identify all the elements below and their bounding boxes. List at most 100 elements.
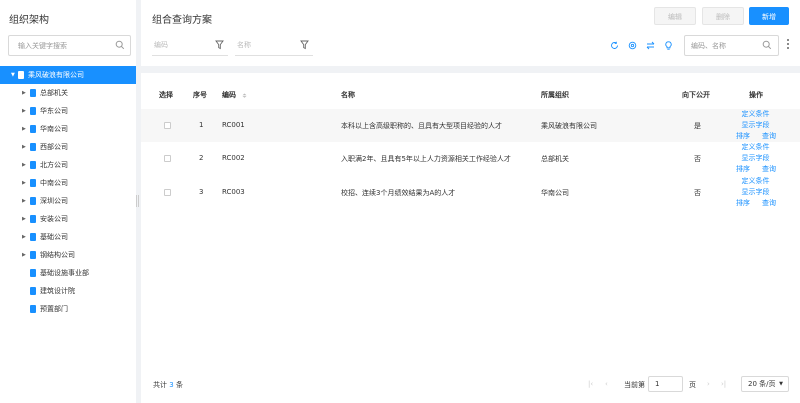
page-size-label: 20 条/页 bbox=[748, 380, 776, 388]
settings-icon[interactable] bbox=[628, 41, 637, 50]
column-header-public: 向下公开 bbox=[682, 91, 710, 99]
tree-node[interactable]: ▶ 深圳公司 bbox=[0, 192, 136, 210]
tree-node-label: 建筑设计院 bbox=[40, 287, 75, 295]
row-org: 乘风破浪有限公司 bbox=[541, 122, 597, 130]
search-icon[interactable] bbox=[115, 40, 125, 50]
caret-right-icon[interactable]: ▶ bbox=[22, 210, 26, 228]
display-fields-link[interactable]: 显示字段 bbox=[742, 188, 770, 196]
caret-right-icon[interactable]: ▶ bbox=[22, 174, 26, 192]
filter-icon[interactable] bbox=[215, 40, 224, 50]
display-fields-link[interactable]: 显示字段 bbox=[742, 121, 770, 129]
tree-node[interactable]: 建筑设计院 bbox=[0, 282, 136, 300]
caret-right-icon[interactable]: ▶ bbox=[22, 228, 26, 246]
caret-right-icon[interactable]: ▶ bbox=[22, 138, 26, 156]
more-vertical-icon[interactable] bbox=[787, 39, 790, 51]
caret-right-icon[interactable]: ▶ bbox=[22, 120, 26, 138]
query-table-panel: 选择 序号 编码 名称 所属组织 向下公开 操作 1 RC001 本科以上含高级… bbox=[141, 73, 800, 403]
code-filter[interactable] bbox=[152, 35, 228, 56]
next-page-icon[interactable]: › bbox=[707, 380, 710, 388]
tree-node[interactable]: ▶ 西部公司 bbox=[0, 138, 136, 156]
caret-right-icon[interactable]: ▶ bbox=[22, 192, 26, 210]
prev-page-icon[interactable]: ‹ bbox=[605, 380, 608, 388]
org-tree: ▼ 乘风破浪有限公司 ▶ 总部机关 ▶ 华东公司 ▶ 华南公司 ▶ 西部公司 ▶ 北方公司… bbox=[0, 66, 136, 318]
tree-node[interactable]: ▶ 北方公司 bbox=[0, 156, 136, 174]
sort-link[interactable]: 排序 bbox=[736, 164, 750, 175]
query-link[interactable]: 查询 bbox=[762, 198, 776, 209]
refresh-icon[interactable] bbox=[610, 41, 619, 50]
query-link[interactable]: 查询 bbox=[762, 131, 776, 142]
code-filter-input[interactable] bbox=[152, 35, 212, 55]
tree-node[interactable]: ▼ 乘风破浪有限公司 bbox=[0, 66, 136, 84]
lightbulb-icon[interactable] bbox=[664, 41, 673, 50]
tree-node[interactable]: 预置部门 bbox=[0, 300, 136, 318]
row-index: 1 bbox=[199, 121, 204, 129]
caret-right-icon[interactable]: ▶ bbox=[22, 84, 26, 102]
define-condition-link[interactable]: 定义条件 bbox=[742, 110, 770, 118]
caret-right-icon[interactable]: ▶ bbox=[22, 156, 26, 174]
filter-icon[interactable] bbox=[300, 40, 309, 50]
document-icon bbox=[30, 269, 36, 277]
table-search[interactable] bbox=[684, 35, 779, 56]
table-row[interactable]: 3 RC003 校招、连续3个月绩效结果为A的人才 华南公司 否 定义条件 显示… bbox=[141, 176, 800, 209]
sort-link[interactable]: 排序 bbox=[736, 198, 750, 209]
row-code: RC002 bbox=[222, 154, 245, 162]
row-checkbox[interactable] bbox=[164, 155, 171, 162]
delete-button[interactable]: 删除 bbox=[702, 7, 744, 25]
tree-node[interactable]: ▶ 基础公司 bbox=[0, 228, 136, 246]
caret-right-icon[interactable]: ▶ bbox=[22, 102, 26, 120]
page-prefix: 当前第 bbox=[624, 381, 645, 389]
panel-resize-handle[interactable] bbox=[136, 195, 139, 207]
row-checkbox[interactable] bbox=[164, 189, 171, 196]
document-icon bbox=[30, 89, 36, 97]
table-row[interactable]: 1 RC001 本科以上含高级职称的、且具有大型项目经验的人才 乘风破浪有限公司… bbox=[141, 109, 800, 142]
document-icon bbox=[30, 143, 36, 151]
last-page-icon[interactable]: ›| bbox=[721, 380, 726, 388]
row-actions: 定义条件 显示字段 排序 查询 bbox=[733, 142, 778, 175]
document-icon bbox=[30, 125, 36, 133]
add-button[interactable]: 新增 bbox=[749, 7, 789, 25]
define-condition-link[interactable]: 定义条件 bbox=[742, 143, 770, 151]
search-icon[interactable] bbox=[762, 40, 772, 50]
swap-icon[interactable] bbox=[646, 41, 655, 50]
document-icon bbox=[30, 107, 36, 115]
query-header: 组合查询方案 编辑 删除 新增 bbox=[141, 0, 800, 66]
tree-node[interactable]: ▶ 安装公司 bbox=[0, 210, 136, 228]
sort-link[interactable]: 排序 bbox=[736, 131, 750, 142]
name-filter-input[interactable] bbox=[235, 35, 295, 55]
tree-node-label: 钢结构公司 bbox=[40, 251, 75, 259]
row-checkbox[interactable] bbox=[164, 122, 171, 129]
sidebar-search[interactable] bbox=[8, 35, 131, 56]
total-count: 共计 3 条 bbox=[153, 380, 183, 390]
document-icon bbox=[30, 197, 36, 205]
tree-node-label: 总部机关 bbox=[40, 89, 68, 97]
table-search-input[interactable] bbox=[685, 36, 757, 55]
row-actions: 定义条件 显示字段 排序 查询 bbox=[733, 109, 778, 142]
tree-node[interactable]: 基础设施事业部 bbox=[0, 264, 136, 282]
display-fields-link[interactable]: 显示字段 bbox=[742, 154, 770, 162]
row-index: 2 bbox=[199, 154, 204, 162]
query-link[interactable]: 查询 bbox=[762, 164, 776, 175]
tree-node-label: 预置部门 bbox=[40, 305, 68, 313]
page-size-select[interactable]: 20 条/页 ▼ bbox=[741, 376, 789, 392]
tree-node[interactable]: ▶ 华东公司 bbox=[0, 102, 136, 120]
column-header-code[interactable]: 编码 bbox=[222, 90, 236, 100]
name-filter[interactable] bbox=[235, 35, 313, 56]
first-page-icon[interactable]: |‹ bbox=[588, 380, 593, 388]
tree-node[interactable]: ▶ 华南公司 bbox=[0, 120, 136, 138]
sort-icon[interactable] bbox=[242, 93, 247, 98]
caret-right-icon[interactable]: ▶ bbox=[22, 246, 26, 264]
caret-down-icon[interactable]: ▼ bbox=[11, 66, 15, 84]
sidebar-search-input[interactable] bbox=[9, 36, 109, 55]
tree-node[interactable]: ▶ 钢结构公司 bbox=[0, 246, 136, 264]
page-number-input[interactable]: 1 bbox=[648, 376, 683, 392]
document-icon bbox=[18, 71, 24, 79]
org-sidebar: 组织架构 ▼ 乘风破浪有限公司 ▶ 总部机关 ▶ 华东公司 ▶ 华南公司 ▶ 西部公司 … bbox=[0, 0, 136, 403]
row-public: 否 bbox=[694, 189, 701, 197]
tree-node-label: 基础公司 bbox=[40, 233, 68, 241]
table-row[interactable]: 2 RC002 入职满2年、且具有5年以上人力资源相关工作经验人才 总部机关 否… bbox=[141, 142, 800, 175]
tree-node[interactable]: ▶ 总部机关 bbox=[0, 84, 136, 102]
column-header-org: 所属组织 bbox=[541, 91, 569, 99]
tree-node[interactable]: ▶ 中南公司 bbox=[0, 174, 136, 192]
define-condition-link[interactable]: 定义条件 bbox=[742, 177, 770, 185]
edit-button[interactable]: 编辑 bbox=[654, 7, 696, 25]
